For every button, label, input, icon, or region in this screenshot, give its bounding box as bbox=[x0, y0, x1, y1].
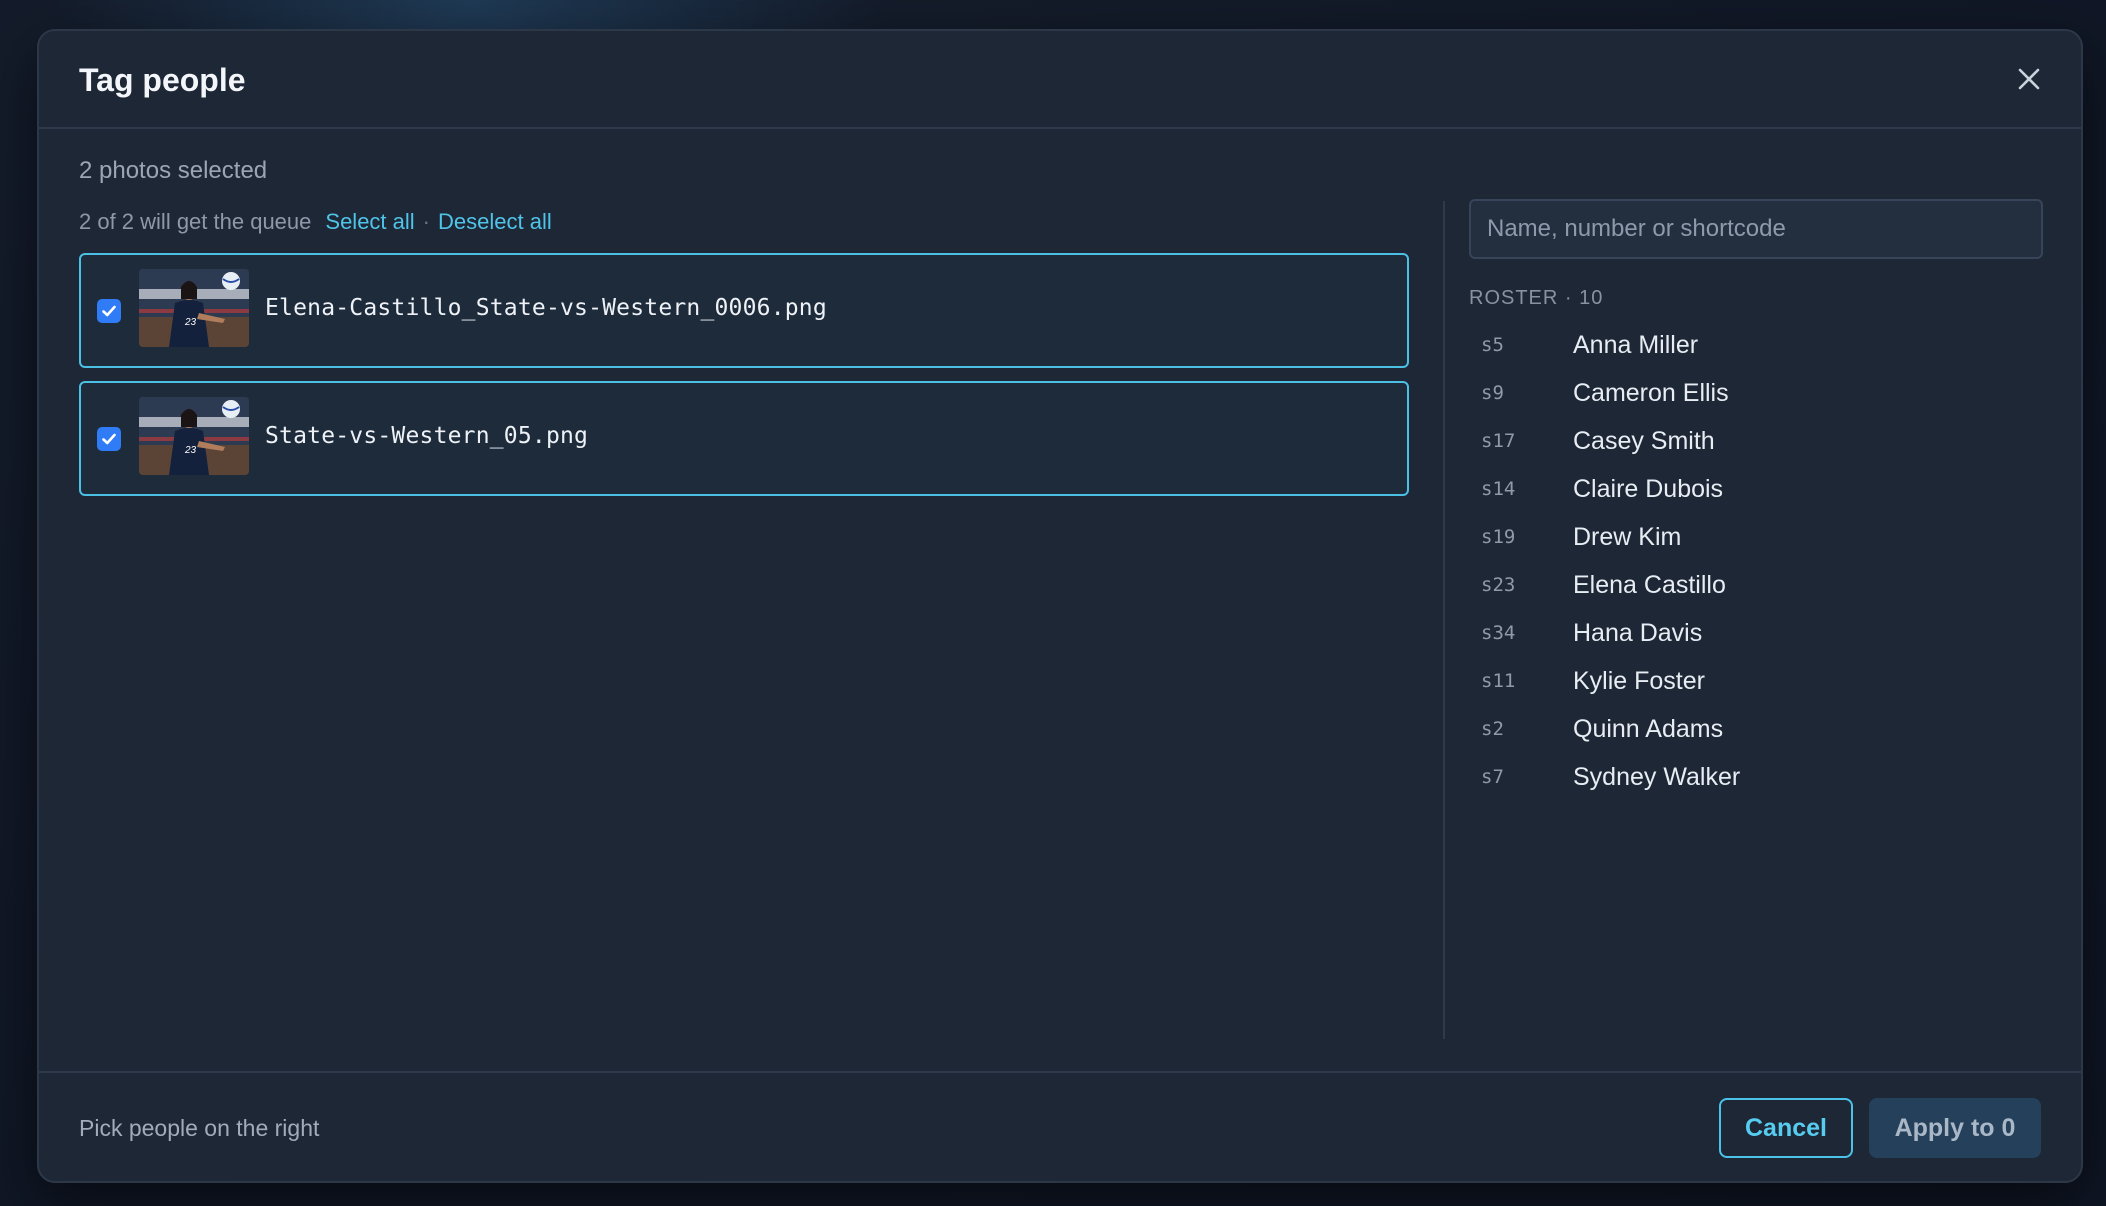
deselect-all-link[interactable]: Deselect all bbox=[438, 209, 552, 234]
roster-shortcode: s5 bbox=[1481, 334, 1504, 356]
people-pane: ROSTER · 10 s5 Anna Miller s9 Cameron El… bbox=[1469, 129, 2045, 1071]
modal-header: Tag people bbox=[39, 31, 2081, 129]
queue-text: 2 of 2 will get the queue bbox=[79, 209, 312, 234]
checkmark-icon bbox=[102, 305, 116, 317]
roster-item[interactable]: s19 Drew Kim bbox=[1469, 513, 2043, 561]
roster-shortcode: s11 bbox=[1481, 670, 1516, 692]
jersey-number: 23 bbox=[184, 317, 197, 328]
roster-item[interactable]: s7 Sydney Walker bbox=[1469, 753, 2043, 801]
roster-item[interactable]: s5 Anna Miller bbox=[1469, 321, 2043, 369]
roster-shortcode: s19 bbox=[1481, 526, 1516, 548]
roster-shortcode: s34 bbox=[1481, 622, 1516, 644]
pane-divider bbox=[1443, 201, 1445, 1039]
roster-item[interactable]: s17 Casey Smith bbox=[1469, 417, 2043, 465]
checkmark-icon bbox=[102, 433, 116, 445]
roster-item[interactable]: s9 Cameron Ellis bbox=[1469, 369, 2043, 417]
roster-name: Hana Davis bbox=[1573, 618, 1703, 647]
roster-name: Claire Dubois bbox=[1573, 474, 1724, 503]
photo-selection-pane: 2 photos selected 2 of 2 will get the qu… bbox=[79, 129, 1409, 1071]
roster-heading: ROSTER · 10 bbox=[1469, 287, 1604, 309]
people-search-input[interactable] bbox=[1469, 199, 2043, 259]
photos-selected-count: 2 photos selected bbox=[79, 157, 268, 184]
roster-shortcode: s23 bbox=[1481, 574, 1516, 596]
roster-shortcode: s14 bbox=[1481, 478, 1516, 500]
roster-shortcode: s9 bbox=[1481, 382, 1504, 404]
photo-filename: Elena-Castillo_State-vs-Western_0006.png bbox=[265, 295, 827, 321]
roster-name: Cameron Ellis bbox=[1573, 378, 1729, 407]
jersey-number: 23 bbox=[184, 445, 197, 456]
photo-checkbox[interactable] bbox=[97, 299, 121, 323]
photo-thumbnail: 23 bbox=[139, 397, 249, 475]
footer-hint: Pick people on the right bbox=[79, 1115, 320, 1141]
roster-name: Drew Kim bbox=[1573, 522, 1682, 551]
roster-name: Kylie Foster bbox=[1573, 666, 1705, 695]
photo-row[interactable]: 23 State-vs-Western_05.png bbox=[79, 381, 1409, 496]
modal-footer: Pick people on the right Cancel Apply to… bbox=[39, 1071, 2081, 1181]
roster-item[interactable]: s2 Quinn Adams bbox=[1469, 705, 2043, 753]
roster-shortcode: s7 bbox=[1481, 766, 1504, 788]
roster-item[interactable]: s34 Hana Davis bbox=[1469, 609, 2043, 657]
roster-name: Quinn Adams bbox=[1573, 714, 1724, 743]
roster-name: Sydney Walker bbox=[1573, 762, 1741, 791]
modal-title: Tag people bbox=[79, 62, 246, 98]
roster-list: s5 Anna Miller s9 Cameron Ellis s17 Case… bbox=[1469, 321, 2043, 801]
roster-name: Elena Castillo bbox=[1573, 570, 1726, 599]
close-icon[interactable] bbox=[2013, 63, 2045, 95]
link-separator: · bbox=[422, 209, 430, 234]
apply-button[interactable]: Apply to 0 bbox=[1869, 1098, 2041, 1158]
roster-shortcode: s17 bbox=[1481, 430, 1516, 452]
cancel-button[interactable]: Cancel bbox=[1719, 1098, 1853, 1158]
roster-item[interactable]: s23 Elena Castillo bbox=[1469, 561, 2043, 609]
photo-filename: State-vs-Western_05.png bbox=[265, 423, 589, 449]
queue-summary: 2 of 2 will get the queue Select all · Dese… bbox=[79, 209, 552, 235]
photo-thumbnail: 23 bbox=[139, 269, 249, 347]
roster-item[interactable]: s11 Kylie Foster bbox=[1469, 657, 2043, 705]
select-all-link[interactable]: Select all bbox=[325, 209, 414, 234]
roster-shortcode: s2 bbox=[1481, 718, 1504, 740]
roster-item[interactable]: s14 Claire Dubois bbox=[1469, 465, 2043, 513]
photo-list: 23 Elena-Castillo_State-vs-Western_0006.… bbox=[79, 253, 1409, 509]
photo-row[interactable]: 23 Elena-Castillo_State-vs-Western_0006.… bbox=[79, 253, 1409, 368]
roster-name: Casey Smith bbox=[1573, 426, 1715, 455]
photo-checkbox[interactable] bbox=[97, 427, 121, 451]
roster-name: Anna Miller bbox=[1573, 330, 1699, 359]
tag-people-modal: Tag people 2 photos selected 2 of 2 will… bbox=[37, 29, 2083, 1183]
